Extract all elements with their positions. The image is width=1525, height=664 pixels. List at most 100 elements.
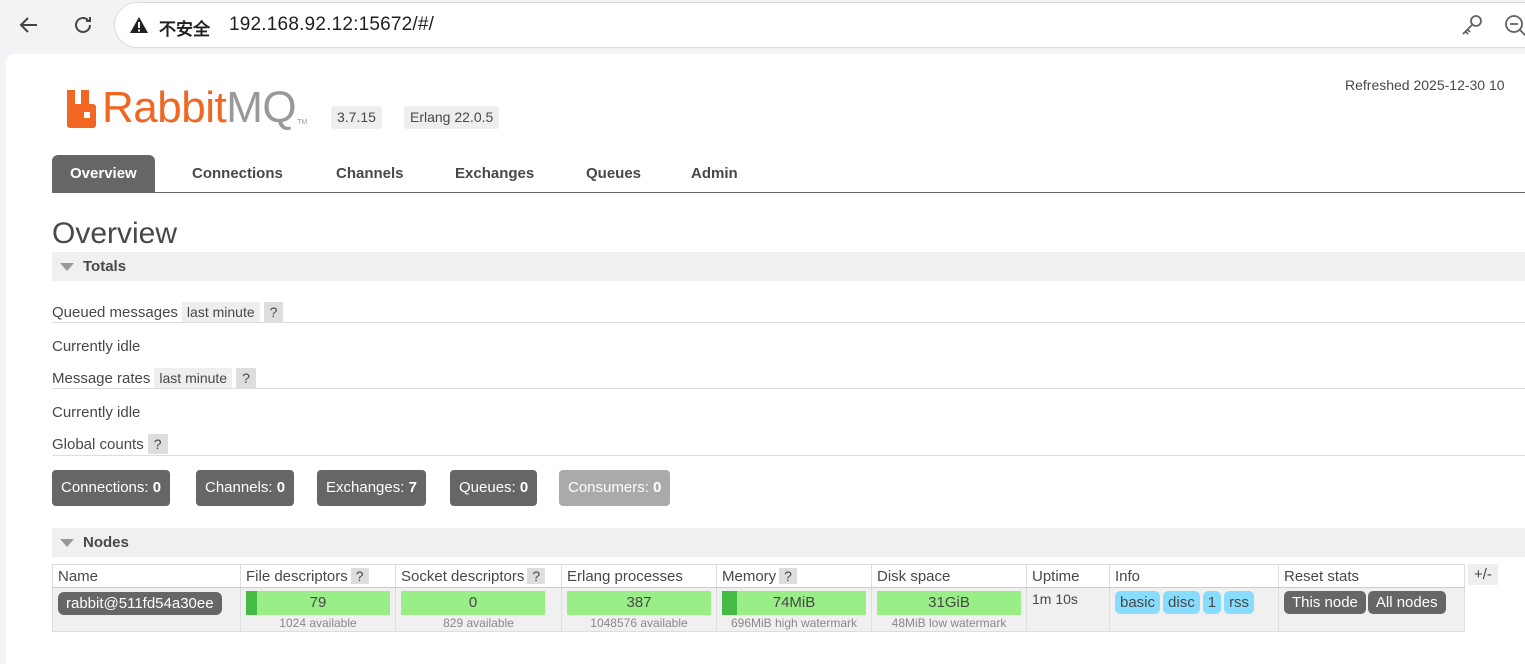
count-value: 0: [153, 479, 161, 496]
global-counts-label: Global counts: [52, 436, 144, 453]
proc-cell: 387 1048576 available: [562, 588, 717, 632]
col-name: Name: [53, 565, 241, 588]
info-badge-basic: basic: [1115, 591, 1160, 614]
rates-status: Currently idle: [52, 404, 140, 421]
fd-help-button[interactable]: ?: [351, 568, 369, 584]
page-content: RabbitMQTM 3.7.15 Erlang 22.0.5 Refreshe…: [6, 54, 1525, 664]
rates-help-button[interactable]: ?: [236, 368, 256, 388]
count-value: 0: [653, 479, 661, 496]
table-header-row: Name File descriptors? Socket descriptor…: [53, 565, 1465, 588]
consumers-count-button[interactable]: Consumers: 0: [559, 470, 670, 506]
queued-help-button[interactable]: ?: [264, 302, 284, 322]
fd-available: 1024 available: [246, 616, 390, 630]
proc-bar: 387: [567, 591, 711, 615]
fd-bar: 79: [246, 591, 390, 615]
node-name-link[interactable]: rabbit@511fd54a30ee: [58, 592, 222, 615]
queued-range-selector[interactable]: last minute: [182, 302, 260, 322]
tab-queues[interactable]: Queues: [568, 155, 659, 193]
zoom-out-icon[interactable]: [1503, 13, 1525, 39]
rabbitmq-logo-icon: [66, 88, 102, 128]
totals-section-toggle[interactable]: Totals: [52, 252, 1525, 281]
table-row: rabbit@511fd54a30ee 79 1024 available 0 …: [53, 588, 1465, 632]
logo-trademark: TM: [297, 119, 307, 126]
nodes-table: Name File descriptors? Socket descriptor…: [52, 564, 1465, 632]
fd-cell: 79 1024 available: [241, 588, 396, 632]
count-label: Exchanges:: [326, 479, 404, 496]
back-arrow-icon[interactable]: [12, 8, 46, 42]
fd-value: 79: [246, 591, 390, 615]
socket-value: 0: [401, 591, 545, 615]
global-counts-row: Global counts?: [52, 434, 168, 454]
socket-available: 829 available: [401, 616, 556, 630]
queued-messages-label: Queued messages: [52, 304, 178, 321]
erlang-version-badge: Erlang 22.0.5: [404, 106, 499, 129]
tab-admin[interactable]: Admin: [673, 155, 756, 193]
reload-icon[interactable]: [66, 8, 100, 42]
browser-toolbar: 不安全 192.168.92.12:15672/#/: [0, 0, 1525, 52]
exchanges-count-button[interactable]: Exchanges: 7: [317, 470, 426, 506]
tab-overview[interactable]: Overview: [52, 155, 155, 193]
address-bar[interactable]: 不安全 192.168.92.12:15672/#/: [114, 2, 1525, 48]
logo-text-rabbit: Rabbit: [102, 88, 226, 128]
col-socket-descriptors: Socket descriptors?: [396, 565, 562, 588]
col-label: Memory: [722, 568, 776, 585]
count-label: Connections:: [61, 479, 149, 496]
global-counts-help-button[interactable]: ?: [148, 434, 168, 454]
rabbitmq-version-badge: 3.7.15: [331, 106, 382, 129]
queues-count-button[interactable]: Queues: 0: [450, 470, 537, 506]
memory-bar: 74MiB: [722, 591, 866, 615]
info-cell: basicdisc1rss: [1110, 588, 1279, 632]
disk-watermark: 48MiB low watermark: [877, 616, 1021, 630]
tab-channels[interactable]: Channels: [318, 155, 422, 193]
memory-cell: 74MiB 696MiB high watermark: [717, 588, 872, 632]
count-value: 0: [277, 479, 285, 496]
col-reset-stats: Reset stats: [1279, 565, 1465, 588]
tab-exchanges[interactable]: Exchanges: [437, 155, 552, 193]
count-label: Queues:: [459, 479, 516, 496]
rates-range-selector[interactable]: last minute: [154, 368, 232, 388]
memory-value: 74MiB: [722, 591, 866, 615]
reset-this-node-button[interactable]: This node: [1284, 591, 1366, 614]
nodes-heading: Nodes: [83, 534, 129, 551]
nodes-section-toggle[interactable]: Nodes: [52, 528, 1525, 557]
disk-value: 31GiB: [877, 591, 1021, 615]
reset-cell: This nodeAll nodes: [1279, 588, 1465, 632]
disk-bar: 31GiB: [877, 591, 1021, 615]
collapse-triangle-icon: [60, 263, 74, 271]
info-badge-rss: rss: [1224, 591, 1254, 614]
channels-count-button[interactable]: Channels: 0: [196, 470, 294, 506]
queued-status: Currently idle: [52, 338, 140, 355]
memory-watermark: 696MiB high watermark: [722, 616, 866, 630]
main-tabs: Overview Connections Channels Exchanges …: [52, 155, 1525, 193]
reset-all-nodes-button[interactable]: All nodes: [1368, 591, 1446, 614]
message-rates-row: Message rateslast minute?: [52, 368, 256, 388]
columns-toggle-button[interactable]: +/-: [1468, 564, 1498, 585]
uptime-cell: 1m 10s: [1027, 588, 1110, 632]
rabbitmq-logo[interactable]: RabbitMQTM: [66, 84, 307, 128]
info-badge-disc: disc: [1163, 591, 1200, 614]
message-rates-label: Message rates: [52, 370, 150, 387]
col-label: File descriptors: [246, 568, 348, 585]
divider: [52, 455, 1525, 456]
proc-value: 387: [567, 591, 711, 615]
key-icon[interactable]: [1459, 13, 1485, 39]
disk-cell: 31GiB 48MiB low watermark: [872, 588, 1027, 632]
proc-available: 1048576 available: [567, 616, 711, 630]
insecure-label[interactable]: 不安全: [159, 15, 210, 40]
col-file-descriptors: File descriptors?: [241, 565, 396, 588]
col-label: Socket descriptors: [401, 568, 524, 585]
divider: [52, 322, 1525, 323]
connections-count-button[interactable]: Connections: 0: [52, 470, 170, 506]
socket-cell: 0 829 available: [396, 588, 562, 632]
url-text[interactable]: 192.168.92.12:15672/#/: [229, 14, 434, 36]
totals-heading: Totals: [83, 258, 126, 275]
socket-help-button[interactable]: ?: [527, 568, 545, 584]
count-label: Channels:: [205, 479, 273, 496]
col-uptime: Uptime: [1027, 565, 1110, 588]
col-info: Info: [1110, 565, 1279, 588]
warning-icon[interactable]: [129, 15, 149, 35]
queued-messages-row: Queued messageslast minute?: [52, 302, 283, 322]
memory-help-button[interactable]: ?: [779, 568, 797, 584]
tab-connections[interactable]: Connections: [174, 155, 301, 193]
page-title: Overview: [52, 217, 177, 251]
